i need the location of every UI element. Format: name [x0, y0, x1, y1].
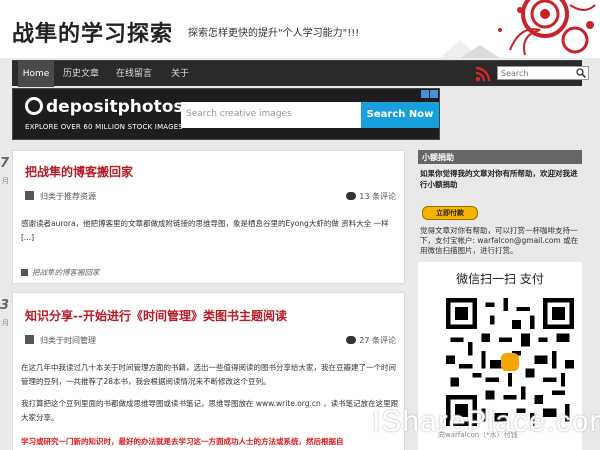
post-category-label: 归类于推荐资源 [40, 192, 96, 201]
comment-icon [346, 192, 357, 200]
comment-icon [346, 336, 357, 344]
post-category-label: 归类于时间管理 [40, 336, 96, 345]
tag-icon [21, 269, 28, 276]
site-title[interactable]: 战隼的学习探索 [12, 16, 173, 48]
ad-logo[interactable]: depositphotos [25, 97, 184, 117]
search-input[interactable] [501, 67, 575, 79]
post-paragraph: 我打算把这个豆列里面的书都做成思维导图或读书笔记，思维导图放在 www.writ… [21, 399, 399, 422]
nav-guestbook[interactable]: 在线留言 [108, 61, 160, 87]
post-date-day: 3 [0, 298, 10, 313]
post-title[interactable]: 知识分享--开始进行《时间管理》类图书主题阅读 [25, 307, 287, 324]
post-date-day: 7 [0, 156, 10, 171]
ad-logo-text: depositphotos [46, 97, 184, 117]
watermark: ISharePlace.com [372, 405, 600, 438]
ad-banner[interactable]: depositphotos EXPLORE OVER 60 MILLION ST… [12, 88, 440, 140]
sidebar-text: 觉得文章对你有帮助，可以打赏一杯咖啡支持一下，支付宝帐户: warfalcon@… [420, 226, 579, 255]
post-paragraph-highlight: 学习或研究一门新的知识时，最好的办法就是去学习这一方面成功人士的方法或系统，然后… [21, 437, 344, 446]
folder-icon [25, 191, 34, 200]
search-box [497, 66, 589, 80]
nav-about[interactable]: 关于 [162, 61, 198, 87]
ad-tagline: EXPLORE OVER 60 MILLION STOCK IMAGES [25, 123, 184, 131]
ad-search-input[interactable]: Search creative images [181, 102, 361, 128]
ad-info-icon[interactable] [421, 90, 429, 98]
post-tag[interactable]: 把战隼的博客搬回家 [21, 267, 100, 278]
camera-icon [25, 97, 43, 115]
post-tag-label: 把战隼的博客搬回家 [32, 268, 100, 277]
ad-search-button[interactable]: Search Now [361, 102, 439, 128]
main-nav: Home 历史文章 在线留言 关于 [12, 60, 589, 87]
post-card: 知识分享--开始进行《时间管理》类图书主题阅读 归类于时间管理 27 条评论 在… [12, 292, 405, 450]
sidebar-intro: 如果你觉得我的文章对你有所帮助，欢迎对我进行小额捐助 [420, 169, 578, 189]
donate-button[interactable]: 立即付款 [422, 206, 478, 220]
post-date-month: 月 [2, 319, 9, 327]
post-card: 把战隼的博客搬回家 归类于推荐资源 13 条评论 感谢读者aurora，他把博客… [12, 150, 405, 284]
post-paragraph: 在这几年中我读过几十本关于时间管理方面的书籍，选出一些值得阅读的图书分享给大家，… [21, 363, 396, 386]
nav-home[interactable]: Home [18, 61, 54, 87]
floral-decoration [440, 0, 596, 58]
site-description: 探索怎样更快的提升"个人学习能力"!!! [188, 28, 360, 39]
post-date-month: 月 [2, 177, 9, 185]
folder-icon [25, 335, 34, 344]
post-category[interactable]: 归类于时间管理 [25, 335, 96, 346]
post-title[interactable]: 把战隼的博客搬回家 [25, 163, 133, 180]
post-comment-count: 13 条评论 [359, 192, 396, 201]
nav-history[interactable]: 历史文章 [56, 61, 106, 87]
search-icon[interactable] [576, 68, 586, 78]
post-comments[interactable]: 27 条评论 [346, 335, 396, 346]
post-excerpt: 感谢读者aurora，他把博客里的文章都做成附链接的思维导图，象是栖息谷里的Ey… [21, 219, 389, 242]
ad-close-icon[interactable] [430, 90, 438, 98]
rss-icon[interactable] [475, 66, 491, 82]
post-comment-count: 27 条评论 [359, 336, 396, 345]
wechat-title: 微信扫一扫 支付 [456, 272, 544, 286]
sidebar-heading: 小额捐助 [418, 150, 582, 164]
site-header: 战隼的学习探索 探索怎样更快的提升"个人学习能力"!!! [0, 0, 600, 58]
post-category[interactable]: 归类于推荐资源 [25, 191, 96, 202]
post-comments[interactable]: 13 条评论 [346, 191, 396, 202]
